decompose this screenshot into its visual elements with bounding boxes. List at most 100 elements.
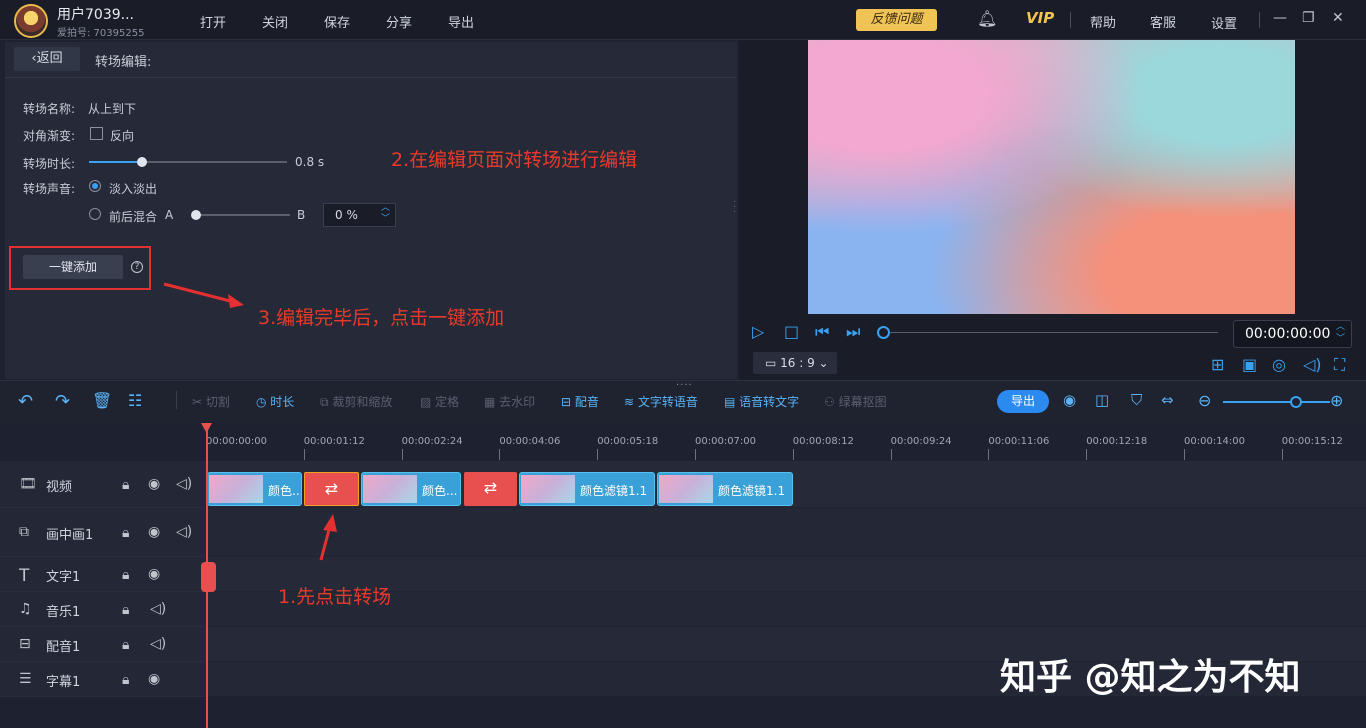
adjust-icon[interactable]: ☷ — [128, 391, 142, 410]
back-button[interactable]: ‹返回 — [14, 47, 80, 71]
video-clip[interactable]: 颜色... — [207, 472, 302, 506]
fade-label: 淡入淡出 — [109, 182, 158, 196]
annotation-arrow-icon — [319, 514, 337, 561]
tts-button[interactable]: ≋ 文字转语音 — [624, 393, 698, 410]
ruler-tick-label: 00:00:04:06 — [499, 436, 561, 447]
back-label: 返回 — [36, 51, 63, 66]
timecode-input[interactable]: 00:00:00:00 — [1233, 320, 1352, 348]
export-button[interactable]: 导出 — [997, 390, 1049, 413]
next-frame-icon[interactable]: ⏭︎ — [846, 322, 860, 342]
timeline-empty — [0, 697, 1366, 728]
fade-radio[interactable] — [89, 180, 101, 192]
name-value: 从上到下 — [88, 102, 137, 116]
camera-icon[interactable]: ◎ — [1272, 355, 1286, 374]
time-stepper-icon[interactable]: ︿ ﹀ — [1336, 321, 1345, 345]
zoom-out-icon[interactable]: ⊖ — [1198, 391, 1211, 410]
reverse-checkbox[interactable] — [90, 127, 103, 140]
ruler-tick-label: 00:00:01:12 — [303, 436, 365, 447]
lock-icon[interactable]: 🔒︎ — [122, 525, 129, 541]
video-clip[interactable]: 颜色滤镜1.1 — [519, 472, 655, 506]
stop-icon[interactable]: □ — [784, 322, 799, 341]
maximize-icon[interactable]: ❐ — [1302, 10, 1315, 26]
settings-link[interactable]: 设置 — [1211, 13, 1237, 32]
help-link[interactable]: 帮助 — [1090, 12, 1116, 31]
grid-icon[interactable]: ⊞ — [1211, 355, 1224, 374]
video-preview[interactable] — [808, 40, 1295, 314]
splitter-handle[interactable]: ···· — [676, 380, 693, 391]
split-view-icon[interactable]: ◫ — [1095, 391, 1109, 409]
lock-icon[interactable]: 🔒︎ — [122, 602, 129, 618]
vip-badge[interactable]: VIP — [1026, 9, 1054, 27]
prev-frame-icon[interactable]: ⏮︎ — [815, 322, 829, 342]
video-clip[interactable]: 颜色... — [361, 472, 461, 506]
mix-radio[interactable] — [89, 208, 101, 220]
stepper-icon[interactable]: ︿ ﹀ — [381, 203, 390, 225]
eye-icon[interactable]: ◉ — [148, 671, 160, 687]
transition-selected[interactable]: ⇄ — [304, 472, 359, 506]
bell-icon[interactable]: 🔔︎ — [977, 9, 997, 28]
volume-icon[interactable]: ◁) — [176, 524, 192, 540]
undo-icon[interactable]: ↶ — [18, 391, 33, 412]
stt-button[interactable]: ▤ 语音转文字 — [724, 393, 799, 410]
clip-label: 颜色滤镜1.1 — [718, 484, 786, 498]
menu-close[interactable]: 关闭 — [262, 12, 288, 31]
playhead-handle[interactable] — [201, 562, 216, 592]
avatar[interactable] — [14, 4, 48, 38]
zoom-in-icon[interactable]: ⊕ — [1330, 391, 1343, 410]
volume-icon[interactable]: ◁) — [176, 476, 192, 492]
ruler-tick-label: 00:00:08:12 — [792, 436, 854, 447]
stt-label: 语音转文字 — [739, 395, 800, 409]
mix-slider[interactable] — [193, 214, 290, 216]
username[interactable]: 用户7039... — [57, 4, 134, 24]
eye-icon[interactable]: ◉ — [148, 566, 160, 582]
eye-icon[interactable]: ◉ — [148, 524, 160, 540]
pip-icon: ⧉ — [19, 524, 29, 540]
transition[interactable]: ⇄ — [464, 472, 517, 506]
one-click-add-button[interactable]: 一键添加 — [23, 255, 123, 279]
freeze-button[interactable]: ▨ 定格 — [420, 393, 459, 410]
volume-icon[interactable]: ◁) — [1303, 355, 1322, 374]
lock-icon[interactable]: 🔒︎ — [122, 672, 129, 688]
zoom-knob[interactable] — [1290, 396, 1302, 408]
greenscreen-button[interactable]: ⚇ 绿幕抠图 — [824, 393, 887, 410]
ruler-tick — [792, 449, 794, 460]
fit-icon[interactable]: ⇔ — [1161, 391, 1174, 409]
sound-label: 转场声音: — [23, 182, 76, 196]
duration-button[interactable]: ◷ 时长 — [256, 393, 294, 410]
track-pip[interactable] — [205, 508, 1366, 557]
watermark-button[interactable]: ▦ 去水印 — [484, 393, 535, 410]
feedback-button[interactable]: 反馈问题 — [856, 9, 937, 31]
screen-settings-icon[interactable]: ▣ — [1242, 355, 1257, 374]
play-icon[interactable]: ▷ — [752, 322, 764, 341]
zoom-slider[interactable] — [1223, 401, 1330, 403]
fullscreen-icon[interactable]: ⛶ — [1334, 355, 1345, 375]
aspect-ratio-select[interactable]: ▭ 16 : 9 ⌄ — [753, 352, 837, 374]
close-icon[interactable]: ✕ — [1332, 10, 1344, 26]
panel-splitter[interactable]: · · · — [733, 198, 736, 218]
help-icon[interactable]: ? — [131, 261, 143, 273]
eye-icon[interactable]: ◉ — [148, 476, 160, 492]
marker-icon[interactable]: ⛉ — [1131, 391, 1142, 409]
menu-open[interactable]: 打开 — [200, 12, 226, 31]
volume-icon[interactable]: ◁) — [150, 601, 166, 617]
progress-bar[interactable] — [884, 332, 1218, 333]
palette-icon[interactable]: ◉ — [1063, 391, 1076, 409]
track-label-video: 视频 — [46, 480, 73, 495]
lock-icon[interactable]: 🔒︎ — [122, 567, 129, 583]
service-link[interactable]: 客服 — [1150, 12, 1176, 31]
lock-icon[interactable]: 🔒︎ — [122, 477, 129, 493]
video-clip[interactable]: 颜色滤镜1.1 — [657, 472, 793, 506]
redo-icon[interactable]: ↷ — [55, 391, 70, 412]
cut-button[interactable]: ✂ 切割 — [192, 393, 230, 410]
crop-button[interactable]: ⧉ 裁剪和缩放 — [320, 393, 392, 410]
lock-icon[interactable]: 🔒︎ — [122, 637, 129, 653]
delete-icon[interactable]: 🗑︎ — [92, 391, 112, 410]
menu-share[interactable]: 分享 — [386, 12, 412, 31]
menu-export[interactable]: 导出 — [448, 12, 474, 31]
dub-button[interactable]: ⊟ 配音 — [561, 393, 599, 410]
minimize-icon[interactable]: — — [1273, 10, 1287, 26]
mix-knob[interactable] — [191, 210, 201, 220]
progress-knob[interactable] — [877, 326, 890, 339]
volume-icon[interactable]: ◁) — [150, 636, 166, 652]
menu-save[interactable]: 保存 — [324, 12, 350, 31]
